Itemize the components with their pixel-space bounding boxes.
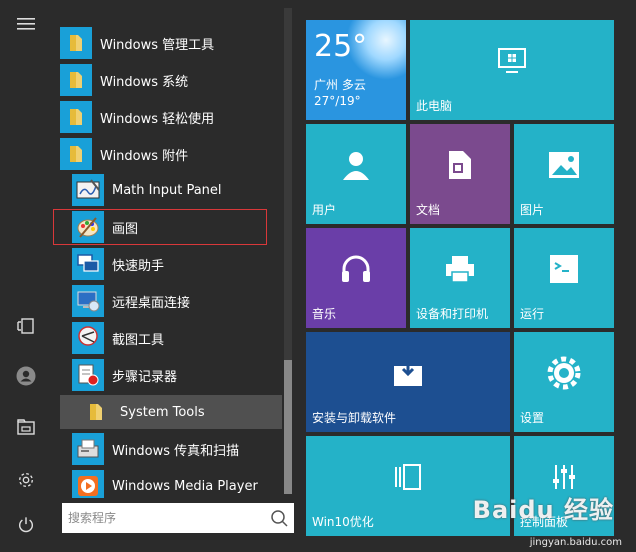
app-math-input-panel[interactable]: Math Input Panel [72, 173, 278, 207]
install-box-icon [306, 332, 510, 414]
app-label: Windows 附件 [100, 148, 189, 164]
menu-button[interactable] [0, 4, 52, 44]
person-icon [306, 124, 406, 206]
user-account-button[interactable] [0, 356, 52, 396]
document-icon [410, 124, 510, 206]
watermark-url: jingyan.baidu.com [529, 537, 622, 548]
user-avatar-icon [16, 366, 36, 386]
app-quick-assist[interactable]: 快速助手 [72, 247, 278, 281]
tile-label: 安装与卸载软件 [312, 411, 397, 425]
quick-assist-icon [72, 248, 104, 280]
tile-pictures[interactable]: 图片 [514, 124, 614, 224]
app-label: Math Input Panel [112, 182, 222, 198]
weather-city: 广州 多云 [314, 78, 366, 92]
headphones-icon [306, 228, 406, 310]
file-explorer-icon [17, 419, 35, 435]
tile-label: 此电脑 [416, 99, 453, 113]
app-list[interactable]: Windows 管理工具 Windows 系统 Windows 轻松使用 Win… [52, 0, 296, 498]
app-list-scrollbar[interactable] [284, 8, 292, 494]
search-icon[interactable] [264, 503, 294, 533]
tile-label: 设置 [520, 411, 545, 425]
app-remote-desktop[interactable]: 远程桌面连接 [72, 284, 278, 318]
power-button[interactable] [0, 505, 52, 545]
tile-label: 图片 [520, 203, 545, 217]
gear-icon [19, 473, 33, 487]
printer-icon [410, 228, 510, 310]
app-label: Windows Media Player [112, 478, 258, 494]
folder-windows-system[interactable]: Windows 系统 [60, 63, 280, 97]
scissors-icon [72, 322, 104, 354]
app-steps-recorder[interactable]: 步骤记录器 [72, 358, 278, 392]
remote-desktop-icon [72, 285, 104, 317]
folder-icon [60, 64, 92, 96]
folder-icon [60, 138, 92, 170]
hamburger-icon [17, 18, 35, 30]
app-paint[interactable]: 画图 [53, 209, 267, 245]
app-label: Windows 轻松使用 [100, 111, 215, 127]
tile-user[interactable]: 用户 [306, 124, 406, 224]
picture-icon [514, 124, 614, 206]
tablet-mode-button[interactable] [0, 306, 52, 346]
math-input-icon [72, 174, 104, 206]
app-label: 截图工具 [112, 332, 165, 348]
tile-run[interactable]: 运行 [514, 228, 614, 328]
tile-music[interactable]: 音乐 [306, 228, 406, 328]
media-player-icon [72, 470, 104, 498]
fax-scan-icon [72, 433, 104, 465]
app-label: Windows 管理工具 [100, 37, 215, 53]
tile-settings[interactable]: 设置 [514, 332, 614, 432]
folder-system-tools[interactable]: System Tools [60, 395, 282, 429]
scrollbar-thumb[interactable] [284, 360, 292, 494]
app-label: 步骤记录器 [112, 369, 178, 385]
tablet-icon [17, 318, 34, 334]
run-window-icon [514, 228, 614, 310]
file-explorer-button[interactable] [0, 407, 52, 447]
app-windows-fax-scan[interactable]: Windows 传真和扫描 [72, 432, 278, 466]
search-box[interactable] [62, 503, 294, 533]
app-label: Windows 传真和扫描 [112, 443, 240, 459]
tile-devices-printers[interactable]: 设备和打印机 [410, 228, 510, 328]
folder-windows-admin-tools[interactable]: Windows 管理工具 [60, 26, 280, 60]
power-icon [18, 517, 34, 533]
folder-icon [60, 27, 92, 59]
app-label: 画图 [112, 221, 139, 237]
tile-this-pc[interactable]: 此电脑 [410, 20, 614, 120]
tile-weather[interactable]: 25° 广州 多云 27°/19° [306, 20, 406, 120]
settings-button[interactable] [0, 460, 52, 500]
folder-icon [80, 396, 112, 428]
baidu-watermark: Baidu 经验 jingyan.baidu.com [468, 486, 628, 548]
app-label: 快速助手 [112, 258, 165, 274]
search-input[interactable] [62, 503, 264, 533]
tile-label: 运行 [520, 307, 545, 321]
folder-windows-ease-of-access[interactable]: Windows 轻松使用 [60, 100, 280, 134]
app-label: 远程桌面连接 [112, 295, 191, 311]
app-label: System Tools [120, 404, 205, 420]
watermark-text: Baidu 经验 [472, 496, 614, 524]
gear-icon [514, 332, 614, 414]
tile-install-uninstall[interactable]: 安装与卸载软件 [306, 332, 510, 432]
tile-label: Win10优化 [312, 515, 374, 529]
paint-palette-icon [72, 211, 104, 243]
steps-recorder-icon [72, 359, 104, 391]
folder-icon [60, 101, 92, 133]
weather-temp: 25° [314, 29, 368, 64]
weather-range: 27°/19° [314, 94, 361, 108]
tile-documents[interactable]: 文档 [410, 124, 510, 224]
tile-label: 音乐 [312, 307, 337, 321]
app-snipping-tool[interactable]: 截图工具 [72, 321, 278, 355]
folder-windows-accessories[interactable]: Windows 附件 [60, 137, 280, 171]
app-windows-media-player[interactable]: Windows Media Player [72, 469, 278, 498]
app-label: Windows 系统 [100, 74, 189, 90]
tile-label: 设备和打印机 [416, 307, 489, 321]
monitor-icon [410, 20, 614, 102]
tile-label: 用户 [312, 203, 337, 217]
start-rail [0, 0, 52, 552]
tile-label: 文档 [416, 203, 441, 217]
